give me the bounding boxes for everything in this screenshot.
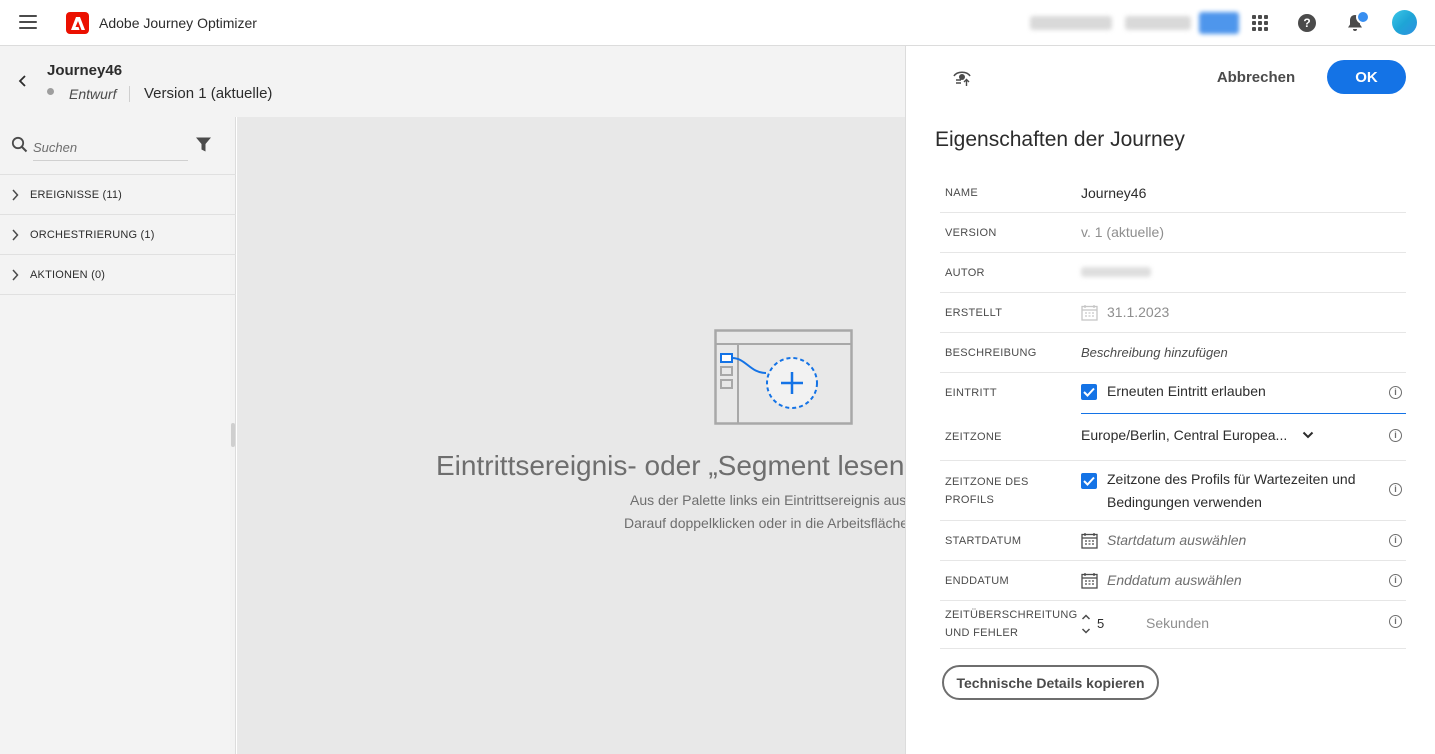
adobe-logo[interactable] bbox=[66, 12, 89, 34]
sandbox-switcher[interactable] bbox=[1125, 16, 1191, 30]
prop-label: ZEITZONE bbox=[945, 431, 1002, 443]
chevron-right-icon bbox=[12, 189, 19, 201]
org-switcher[interactable] bbox=[1030, 16, 1112, 30]
info-icon[interactable]: i bbox=[1389, 386, 1402, 399]
prop-row-entry: EINTRITT Erneuten Eintritt erlauben i bbox=[940, 373, 1406, 414]
prop-label: EINTRITT bbox=[945, 387, 997, 399]
empty-canvas-hint: Darauf doppelklicken oder in die Arbeits… bbox=[624, 515, 905, 531]
prop-row-author: AUTOR bbox=[940, 253, 1406, 293]
palette-category-actions[interactable]: AKTIONEN (0) bbox=[0, 255, 236, 295]
profile-timezone-label[interactable]: Bedingungen verwenden bbox=[1107, 494, 1262, 510]
prop-label: AUTOR bbox=[945, 267, 985, 279]
palette-search bbox=[0, 117, 236, 175]
palette-category-orchestration[interactable]: ORCHESTRIERUNG (1) bbox=[0, 215, 236, 255]
calendar-icon[interactable] bbox=[1081, 532, 1098, 549]
avatar[interactable] bbox=[1392, 10, 1417, 35]
copy-technical-details-button[interactable]: Technische Details kopieren bbox=[942, 665, 1159, 700]
name-field[interactable]: Journey46 bbox=[1081, 185, 1146, 201]
version-value: v. 1 (aktuelle) bbox=[1081, 224, 1164, 240]
prop-row-end-date: ENDDATUM Enddatum auswählen i bbox=[940, 561, 1406, 601]
timeout-input[interactable]: 5 bbox=[1097, 616, 1104, 631]
prop-row-profile-timezone: ZEITZONE DES PROFILS Zeitzone des Profil… bbox=[940, 461, 1406, 521]
prop-label: STARTDATUM bbox=[945, 535, 1022, 547]
divider bbox=[129, 86, 130, 102]
author-value bbox=[1081, 267, 1151, 277]
palette-category-events[interactable]: EREIGNISSE (11) bbox=[0, 175, 236, 215]
profile-timezone-checkbox[interactable] bbox=[1081, 473, 1097, 489]
help-icon[interactable]: ? bbox=[1298, 14, 1316, 32]
filter-icon[interactable] bbox=[195, 136, 212, 153]
menu-icon[interactable] bbox=[19, 15, 37, 31]
prop-row-version: VERSION v. 1 (aktuelle) bbox=[940, 213, 1406, 253]
empty-canvas-hint: Aus der Palette links ein Eintrittsereig… bbox=[630, 492, 905, 508]
top-bar: Adobe Journey Optimizer ? bbox=[0, 0, 1435, 46]
empty-canvas-illustration bbox=[714, 329, 853, 425]
back-icon[interactable] bbox=[15, 73, 31, 89]
empty-canvas-title: Eintrittsereignis- oder „Segment lesen"-… bbox=[436, 450, 905, 481]
allow-reentrance-label[interactable]: Erneuten Eintritt erlauben bbox=[1107, 383, 1266, 399]
chevron-right-icon bbox=[12, 269, 19, 281]
app-name: Adobe Journey Optimizer bbox=[99, 15, 257, 31]
journey-properties-panel: Abbrechen OK Eigenschaften der Journey N… bbox=[905, 46, 1435, 754]
chevron-down-icon[interactable] bbox=[1302, 429, 1314, 441]
allow-reentrance-checkbox[interactable] bbox=[1081, 384, 1097, 400]
palette-category-label: ORCHESTRIERUNG (1) bbox=[30, 229, 155, 241]
prop-label: ERSTELLT bbox=[945, 307, 1003, 319]
journey-status: Entwurf bbox=[69, 86, 117, 102]
prop-label: ZEITÜBERSCHREITUNG bbox=[945, 609, 1078, 621]
palette-category-label: EREIGNISSE (11) bbox=[30, 189, 123, 201]
prop-label: VERSION bbox=[945, 227, 997, 239]
stepper-icon[interactable] bbox=[1081, 613, 1091, 635]
cancel-button[interactable]: Abbrechen bbox=[1206, 60, 1306, 94]
info-icon[interactable]: i bbox=[1389, 429, 1402, 442]
calendar-icon[interactable] bbox=[1081, 572, 1098, 589]
journey-header: Journey46 Entwurf Version 1 (aktuelle) bbox=[0, 46, 905, 117]
search-icon bbox=[11, 136, 28, 153]
prop-row-name: NAME Journey46 bbox=[940, 173, 1406, 213]
chevron-right-icon bbox=[12, 229, 19, 241]
profile-timezone-label[interactable]: Zeitzone des Profils für Wartezeiten und bbox=[1107, 471, 1356, 487]
panel-title: Eigenschaften der Journey bbox=[935, 128, 1185, 151]
info-icon[interactable]: i bbox=[1389, 483, 1402, 496]
prop-label: ZEITZONE DES bbox=[945, 476, 1029, 488]
description-field[interactable]: Beschreibung hinzufügen bbox=[1081, 345, 1228, 360]
info-icon[interactable]: i bbox=[1389, 615, 1402, 628]
prop-label: PROFILS bbox=[945, 494, 995, 506]
panel-resize-handle[interactable] bbox=[231, 423, 235, 447]
created-value: 31.1.2023 bbox=[1107, 304, 1170, 320]
info-icon[interactable]: i bbox=[1389, 574, 1402, 587]
journey-version: Version 1 (aktuelle) bbox=[144, 85, 273, 102]
prop-row-description: BESCHREIBUNG Beschreibung hinzufügen bbox=[940, 333, 1406, 373]
apps-grid-icon[interactable] bbox=[1252, 15, 1268, 31]
activity-palette: EREIGNISSE (11) ORCHESTRIERUNG (1) AKTIO… bbox=[0, 117, 236, 754]
environment-badge[interactable] bbox=[1199, 12, 1239, 34]
start-date-field[interactable]: Startdatum auswählen bbox=[1107, 532, 1246, 548]
ok-button[interactable]: OK bbox=[1327, 60, 1406, 94]
prop-row-created: ERSTELLT 31.1.2023 bbox=[940, 293, 1406, 333]
notification-badge bbox=[1356, 10, 1370, 24]
timeout-unit: Sekunden bbox=[1146, 615, 1210, 631]
timezone-select[interactable]: Europe/Berlin, Central Europea... bbox=[1081, 427, 1287, 443]
prop-label: ENDDATUM bbox=[945, 575, 1009, 587]
journey-title: Journey46 bbox=[47, 62, 123, 79]
prop-label: NAME bbox=[945, 187, 978, 199]
show-readonly-fields-icon[interactable] bbox=[952, 69, 972, 87]
journey-canvas[interactable]: Eintrittsereignis- oder „Segment lesen"-… bbox=[237, 117, 905, 754]
calendar-icon bbox=[1081, 305, 1098, 321]
prop-row-start-date: STARTDATUM Startdatum auswählen i bbox=[940, 521, 1406, 561]
prop-row-timeout: ZEITÜBERSCHREITUNG UND FEHLER 5 Sekunden… bbox=[940, 601, 1406, 649]
status-dot-icon bbox=[47, 88, 54, 95]
prop-label: BESCHREIBUNG bbox=[945, 347, 1037, 359]
palette-category-label: AKTIONEN (0) bbox=[30, 269, 106, 281]
search-input[interactable] bbox=[33, 135, 188, 161]
end-date-field[interactable]: Enddatum auswählen bbox=[1107, 572, 1242, 588]
prop-label: UND FEHLER bbox=[945, 627, 1019, 639]
prop-row-timezone: ZEITZONE Europe/Berlin, Central Europea.… bbox=[940, 413, 1406, 461]
info-icon[interactable]: i bbox=[1389, 534, 1402, 547]
